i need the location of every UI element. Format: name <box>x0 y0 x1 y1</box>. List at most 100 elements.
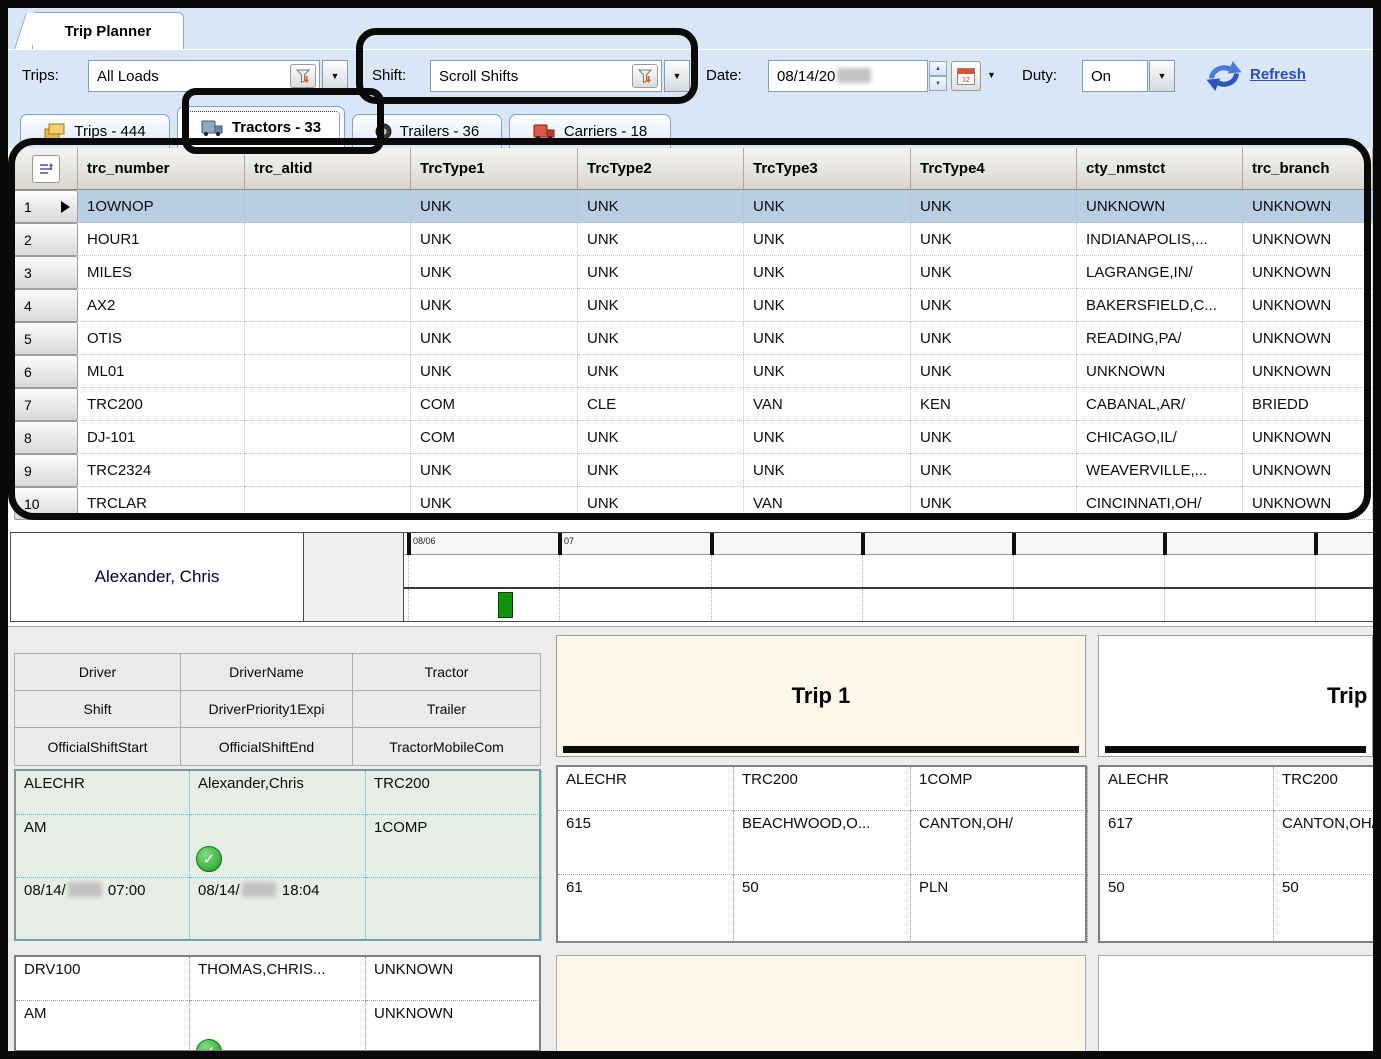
cell-TrcType3[interactable]: UNK <box>744 355 911 388</box>
duty-select[interactable]: On <box>1082 60 1148 92</box>
trip-card-cell[interactable]: CANTON,OH/ <box>911 811 1088 875</box>
cell-trc_branch[interactable]: UNKNOWN <box>1243 355 1373 388</box>
trip-card-cell[interactable]: TRC200 <box>1274 767 1373 811</box>
tab-trips[interactable]: Trips - 444 <box>20 114 170 148</box>
table-row[interactable]: 2HOUR1UNKUNKUNKUNKINDIANAPOLIS,...UNKNOW… <box>14 223 1373 256</box>
cell-trc_branch[interactable]: BRIEDD <box>1243 388 1373 421</box>
driver-card-cell[interactable]: THOMAS,CHRIS... <box>190 957 366 1001</box>
cell-trc_branch[interactable]: UNKNOWN <box>1243 322 1373 355</box>
cell-trc_altid[interactable] <box>245 289 411 322</box>
filter-funnel-icon[interactable] <box>290 64 316 88</box>
driver-card-2[interactable]: DRV100THOMAS,CHRIS...UNKNOWNAM✓UNKNOWN <box>14 955 541 1051</box>
cell-cty_nmstct[interactable]: READING,PA/ <box>1077 322 1243 355</box>
cell-trc_number[interactable]: DJ-101 <box>78 421 245 454</box>
table-row[interactable]: 8DJ-101COMUNKUNKUNKCHICAGO,IL/UNKNOWN <box>14 421 1373 454</box>
timeline-track-upper[interactable] <box>404 555 1373 589</box>
trip-card-cell[interactable]: TRC200 <box>734 767 911 811</box>
driver-card-cell[interactable]: ALECHR <box>16 771 190 815</box>
cell-TrcType2[interactable]: UNK <box>578 454 744 487</box>
duty-dropdown-button[interactable]: ▼ <box>1149 60 1175 92</box>
table-row[interactable]: 4AX2UNKUNKUNKUNKBAKERSFIELD,C...UNKNOWN <box>14 289 1373 322</box>
shift-dropdown-button[interactable]: ▼ <box>664 60 690 92</box>
cell-TrcType1[interactable]: UNK <box>411 223 578 256</box>
driver-card-cell[interactable]: ✓ <box>190 815 366 878</box>
cell-TrcType1[interactable]: UNK <box>411 355 578 388</box>
cell-TrcType1[interactable]: UNK <box>411 322 578 355</box>
cell-TrcType4[interactable]: UNK <box>911 322 1077 355</box>
cell-trc_number[interactable]: TRC200 <box>78 388 245 421</box>
cell-TrcType1[interactable]: UNK <box>411 190 578 223</box>
trip-card-cell[interactable]: BEACHWOOD,O... <box>734 811 911 875</box>
cell-cty_nmstct[interactable]: UNKNOWN <box>1077 355 1243 388</box>
row-number[interactable]: 7 <box>14 388 78 421</box>
cell-cty_nmstct[interactable]: UNKNOWN <box>1077 190 1243 223</box>
column-header-TrcType4[interactable]: TrcType4 <box>911 148 1077 190</box>
driver-card-cell[interactable]: 08/14/ 18:04 <box>190 878 366 941</box>
date-spinner[interactable]: ▲ ▼ <box>929 61 947 91</box>
trip1-header[interactable]: Trip 1 <box>556 635 1086 757</box>
column-header-trc_altid[interactable]: trc_altid <box>245 148 411 190</box>
cell-TrcType1[interactable]: UNK <box>411 454 578 487</box>
table-row[interactable]: 9TRC2324UNKUNKUNKUNKWEAVERVILLE,...UNKNO… <box>14 454 1373 487</box>
cell-TrcType1[interactable]: COM <box>411 388 578 421</box>
tab-trip-planner[interactable]: Trip Planner <box>32 12 184 49</box>
row-number[interactable]: 9 <box>14 454 78 487</box>
tab-tractors[interactable]: Tractors - 33 <box>177 106 345 148</box>
row-number[interactable]: 6 <box>14 355 78 388</box>
cell-TrcType2[interactable]: UNK <box>578 487 744 520</box>
row-number[interactable]: 8 <box>14 421 78 454</box>
cell-cty_nmstct[interactable]: LAGRANGE,IN/ <box>1077 256 1243 289</box>
cell-trc_number[interactable]: 1OWNOP <box>78 190 245 223</box>
cell-trc_altid[interactable] <box>245 223 411 256</box>
trip-card-cell[interactable]: 50 <box>1100 875 1274 943</box>
trip2-header[interactable]: Trip <box>1098 635 1373 757</box>
cell-trc_branch[interactable]: UNKNOWN <box>1243 454 1373 487</box>
trip-card-cell[interactable]: PLN <box>911 875 1088 943</box>
trip-card-cell[interactable]: 615 <box>558 811 734 875</box>
cell-TrcType2[interactable]: UNK <box>578 421 744 454</box>
gantt-bar[interactable] <box>498 592 513 618</box>
cell-trc_number[interactable]: AX2 <box>78 289 245 322</box>
cell-cty_nmstct[interactable]: CINCINNATI,OH/ <box>1077 487 1243 520</box>
spin-up-icon[interactable]: ▲ <box>929 61 947 76</box>
filter-funnel-icon[interactable] <box>632 64 658 88</box>
cell-TrcType3[interactable]: UNK <box>744 289 911 322</box>
cell-trc_branch[interactable]: UNKNOWN <box>1243 421 1373 454</box>
cell-trc_altid[interactable] <box>245 190 411 223</box>
gantt-resource-name[interactable]: Alexander, Chris <box>10 532 304 622</box>
table-row[interactable]: 3MILESUNKUNKUNKUNKLAGRANGE,IN/UNKNOWN <box>14 256 1373 289</box>
table-corner-cell[interactable] <box>14 148 78 190</box>
column-header-cty_nmstct[interactable]: cty_nmstct <box>1077 148 1243 190</box>
cell-cty_nmstct[interactable]: CABANAL,AR/ <box>1077 388 1243 421</box>
driver-card-cell[interactable]: 1COMP <box>366 815 542 878</box>
driver-card-selected[interactable]: ALECHRAlexander,ChrisTRC200AM✓1COMP08/14… <box>14 769 541 941</box>
cell-TrcType2[interactable]: UNK <box>578 289 744 322</box>
driver-card-cell[interactable]: 08/14/ 07:00 <box>16 878 190 941</box>
table-row[interactable]: 5OTISUNKUNKUNKUNKREADING,PA/UNKNOWN <box>14 322 1373 355</box>
cell-TrcType1[interactable]: UNK <box>411 487 578 520</box>
row-number[interactable]: 2 <box>14 223 78 256</box>
trip-card-cell[interactable]: 61 <box>558 875 734 943</box>
trip-card-cell[interactable]: 50 <box>734 875 911 943</box>
row-number[interactable]: 10 <box>14 487 78 520</box>
column-header-trc_number[interactable]: trc_number <box>78 148 245 190</box>
column-header-TrcType1[interactable]: TrcType1 <box>411 148 578 190</box>
cell-trc_altid[interactable] <box>245 454 411 487</box>
trip-card-cell[interactable]: 50 <box>1274 875 1373 943</box>
cell-TrcType4[interactable]: UNK <box>911 421 1077 454</box>
trip2-card[interactable]: ALECHRTRC200617CANTON,OH/5050 <box>1098 765 1373 943</box>
cell-TrcType1[interactable]: UNK <box>411 256 578 289</box>
cell-TrcType4[interactable]: UNK <box>911 190 1077 223</box>
refresh-link[interactable]: Refresh <box>1250 66 1306 83</box>
cell-trc_number[interactable]: MILES <box>78 256 245 289</box>
row-number[interactable]: 5 <box>14 322 78 355</box>
row-number[interactable]: 3 <box>14 256 78 289</box>
row-number[interactable]: 4 <box>14 289 78 322</box>
trip-card-cell[interactable]: CANTON,OH/ <box>1274 811 1373 875</box>
cell-trc_altid[interactable] <box>245 322 411 355</box>
driver-card-cell[interactable]: DRV100 <box>16 957 190 1001</box>
driver-card-cell[interactable] <box>366 878 542 941</box>
cell-trc_branch[interactable]: UNKNOWN <box>1243 223 1373 256</box>
cell-TrcType4[interactable]: KEN <box>911 388 1077 421</box>
cell-TrcType4[interactable]: UNK <box>911 223 1077 256</box>
